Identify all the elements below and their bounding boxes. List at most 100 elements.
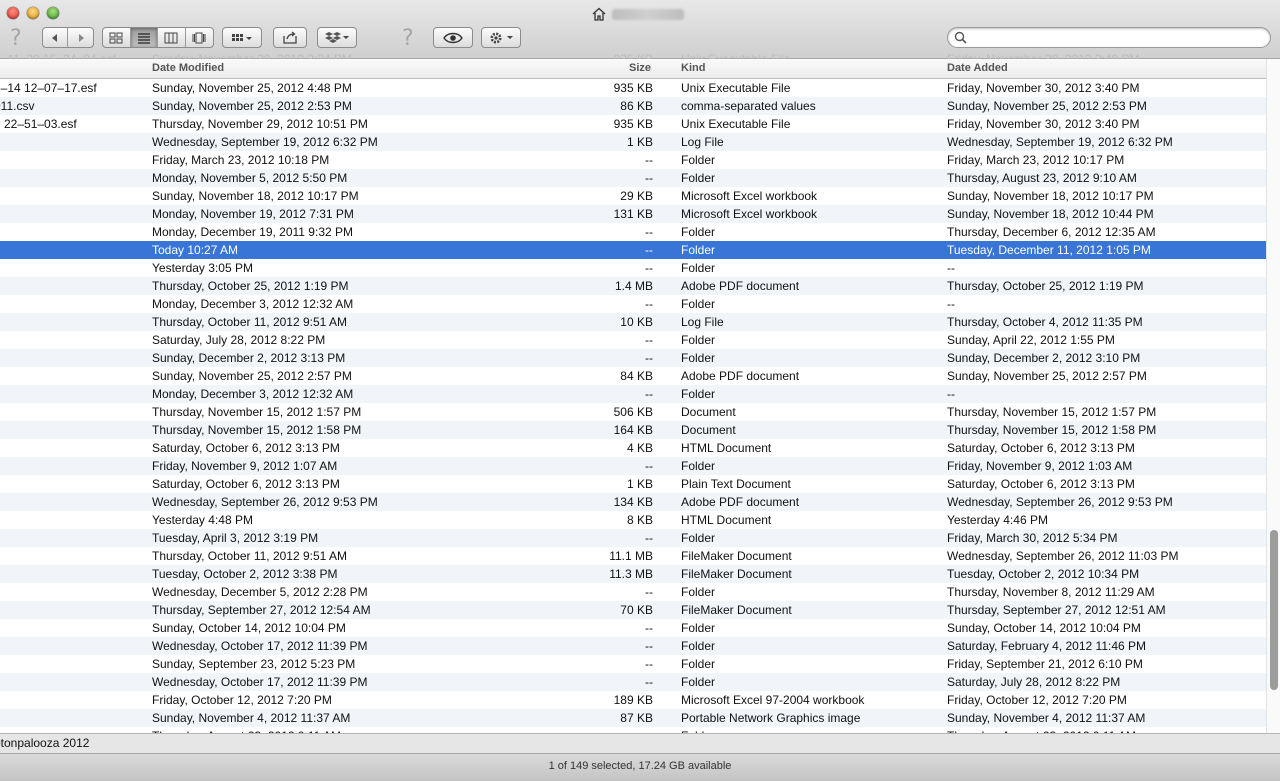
kind-cell: Folder — [681, 153, 716, 167]
table-row[interactable]: Wednesday, October 17, 2012 11:39 PM -- Fo… — [0, 637, 1266, 655]
table-row[interactable]: Monday, December 19, 2011 9:32 PM -- Folde… — [0, 223, 1266, 241]
size-cell: 4 KB — [626, 441, 653, 455]
column-header: Date Modified Size Kind Date Added — [0, 59, 1266, 79]
date-added-cell: Saturday, July 28, 2012 8:22 PM — [947, 675, 1121, 689]
date-added-cell: Sunday, December 2, 2012 3:10 PM — [947, 351, 1141, 365]
dropbox-button[interactable] — [317, 27, 357, 48]
size-cell: 1 KB — [626, 477, 653, 491]
table-row[interactable]: Sunday, November 25, 2012 2:57 PM 84 KB Ad… — [0, 367, 1266, 385]
table-row[interactable]: 011.csv Sunday, November 25, 2012 2:53 PM… — [0, 97, 1266, 115]
table-row[interactable]: Sunday, September 23, 2012 5:23 PM -- Fold… — [0, 655, 1266, 673]
table-row[interactable]: Today 10:27 AM -- Folder Tuesday, December … — [0, 241, 1266, 259]
table-row[interactable]: 2–14 12–07–17.esf Sunday, November 25, 20… — [0, 79, 1266, 97]
table-row[interactable]: Wednesday, September 19, 2012 6:32 PM 1 K… — [0, 133, 1266, 151]
size-cell: -- — [645, 297, 653, 311]
column-header-date-added[interactable]: Date Added — [947, 62, 1008, 74]
file-list[interactable]: 2–14 12–07–17.esf Sunday, November 25, 20… — [0, 79, 1266, 733]
table-row[interactable]: Yesterday 3:05 PM -- Folder -- — [0, 259, 1266, 277]
kind-cell: FileMaker Document — [681, 549, 792, 563]
table-row[interactable]: Thursday, November 15, 2012 1:58 PM 164 K… — [0, 421, 1266, 439]
table-row[interactable]: Wednesday, September 26, 2012 9:53 PM 134… — [0, 493, 1266, 511]
column-header-kind[interactable]: Kind — [681, 62, 705, 74]
table-row[interactable]: Sunday, November 4, 2012 11:37 AM 87 KB Po… — [0, 709, 1266, 727]
table-row[interactable]: Saturday, July 28, 2012 8:22 PM -- Folder S… — [0, 331, 1266, 349]
cover-flow-button[interactable] — [186, 28, 213, 47]
table-row[interactable]: Monday, December 3, 2012 12:32 AM -- Folde… — [0, 295, 1266, 313]
table-row[interactable]: Thursday, September 27, 2012 12:54 AM 70 … — [0, 601, 1266, 619]
kind-cell: Adobe PDF document — [681, 279, 800, 293]
table-row[interactable]: Wednesday, December 5, 2012 2:28 PM -- Fol… — [0, 583, 1266, 601]
scrollbar-thumb[interactable] — [1270, 530, 1278, 690]
size-cell: 506 KB — [613, 405, 653, 419]
date-modified-cell: Saturday, July 28, 2012 8:22 PM — [152, 333, 326, 347]
table-row[interactable]: Friday, November 9, 2012 1:07 AM -- Folder… — [0, 457, 1266, 475]
kind-cell: Folder — [681, 657, 716, 671]
help-icon-2[interactable]: ? — [402, 26, 414, 51]
table-row[interactable]: Friday, October 12, 2012 7:20 PM 189 KB Mi… — [0, 691, 1266, 709]
minimize-window-button[interactable] — [27, 7, 39, 19]
size-cell: -- — [645, 621, 653, 635]
table-row[interactable]: Wednesday, October 17, 2012 11:39 PM -- Fo… — [0, 673, 1266, 691]
forward-button[interactable] — [68, 28, 93, 47]
action-button[interactable] — [481, 27, 521, 48]
date-modified-cell: Friday, October 12, 2012 7:20 PM — [152, 693, 332, 707]
size-cell: 11.3 MB — [609, 567, 653, 581]
close-window-button[interactable] — [7, 7, 19, 19]
date-modified-cell: Monday, December 19, 2011 9:32 PM — [152, 225, 353, 239]
table-row[interactable]: Friday, March 23, 2012 10:18 PM -- Folder F… — [0, 151, 1266, 169]
vertical-scrollbar[interactable] — [1266, 59, 1280, 733]
arrange-button[interactable] — [222, 27, 262, 48]
arrange-grid-icon — [232, 33, 252, 41]
table-row[interactable]: Sunday, November 18, 2012 10:17 PM 29 KB M… — [0, 187, 1266, 205]
size-cell: -- — [645, 639, 653, 653]
gear-icon — [490, 32, 513, 43]
date-added-cell: Wednesday, September 26, 2012 11:03 PM — [947, 549, 1179, 563]
table-row[interactable]: Saturday, October 6, 2012 3:13 PM 4 KB HTM… — [0, 439, 1266, 457]
date-modified-cell: Thursday, October 11, 2012 9:51 AM — [152, 549, 347, 563]
table-row[interactable]: Thursday, October 25, 2012 1:19 PM 1.4 MB… — [0, 277, 1266, 295]
list-view-button[interactable] — [130, 28, 158, 47]
date-added-cell: Sunday, April 22, 2012 1:55 PM — [947, 333, 1115, 347]
table-row[interactable]: Yesterday 4:48 PM 8 KB HTML Document Yester… — [0, 511, 1266, 529]
kind-cell: Plain Text Document — [681, 477, 791, 491]
table-row[interactable]: Sunday, December 2, 2012 3:13 PM -- Folder… — [0, 349, 1266, 367]
size-cell: 84 KB — [620, 369, 653, 383]
path-bar-item[interactable]: otonpalooza 2012 — [0, 736, 89, 750]
table-row[interactable]: Tuesday, October 2, 2012 3:38 PM 11.3 MB F… — [0, 565, 1266, 583]
table-row[interactable]: Tuesday, April 3, 2012 3:19 PM -- Folder Fr… — [0, 529, 1266, 547]
date-modified-cell: Wednesday, October 17, 2012 11:39 PM — [152, 639, 368, 653]
table-row[interactable]: Sunday, October 14, 2012 10:04 PM -- Folde… — [0, 619, 1266, 637]
table-row[interactable]: Thursday, October 11, 2012 9:51 AM 11.1 M… — [0, 547, 1266, 565]
table-row[interactable]: Thursday, November 15, 2012 1:57 PM 506 K… — [0, 403, 1266, 421]
redacted-title — [612, 8, 684, 20]
table-row[interactable]: Saturday, October 6, 2012 3:13 PM 1 KB Pla… — [0, 475, 1266, 493]
help-icon[interactable]: ? — [10, 26, 22, 51]
icon-view-button[interactable] — [103, 28, 131, 47]
size-cell: 11.1 MB — [609, 549, 653, 563]
search-input[interactable] — [970, 29, 1260, 46]
column-view-button[interactable] — [158, 28, 186, 47]
table-row[interactable]: Monday, December 3, 2012 12:32 AM -- Folde… — [0, 385, 1266, 403]
size-cell: 8 KB — [626, 513, 653, 527]
share-button[interactable] — [273, 27, 307, 48]
date-added-cell: Thursday, November 15, 2012 1:57 PM — [947, 405, 1157, 419]
zoom-window-button[interactable] — [47, 7, 59, 19]
column-header-size[interactable]: Size — [629, 62, 651, 74]
table-row[interactable]: 9 22–51–03.esf Thursday, November 29, 201… — [0, 115, 1266, 133]
kind-cell: Log File — [681, 315, 724, 329]
kind-cell: Folder — [681, 225, 716, 239]
search-field[interactable] — [947, 27, 1271, 48]
table-row[interactable]: Monday, November 5, 2012 5:50 PM -- Folder… — [0, 169, 1266, 187]
date-added-cell: Thursday, September 27, 2012 12:51 AM — [947, 603, 1166, 617]
size-cell: -- — [645, 387, 653, 401]
size-cell: 164 KB — [613, 423, 653, 437]
back-button[interactable] — [43, 28, 69, 47]
size-cell: -- — [645, 675, 653, 689]
file-name: 2–14 12–07–17.esf — [0, 81, 97, 95]
column-header-date-modified[interactable]: Date Modified — [152, 62, 224, 74]
date-added-cell: -- — [947, 387, 955, 401]
quick-look-button[interactable] — [433, 27, 473, 48]
date-added-cell: Sunday, November 18, 2012 10:17 PM — [947, 189, 1154, 203]
table-row[interactable]: Thursday, October 11, 2012 9:51 AM 10 KB L… — [0, 313, 1266, 331]
table-row[interactable]: Monday, November 19, 2012 7:31 PM 131 KB M… — [0, 205, 1266, 223]
